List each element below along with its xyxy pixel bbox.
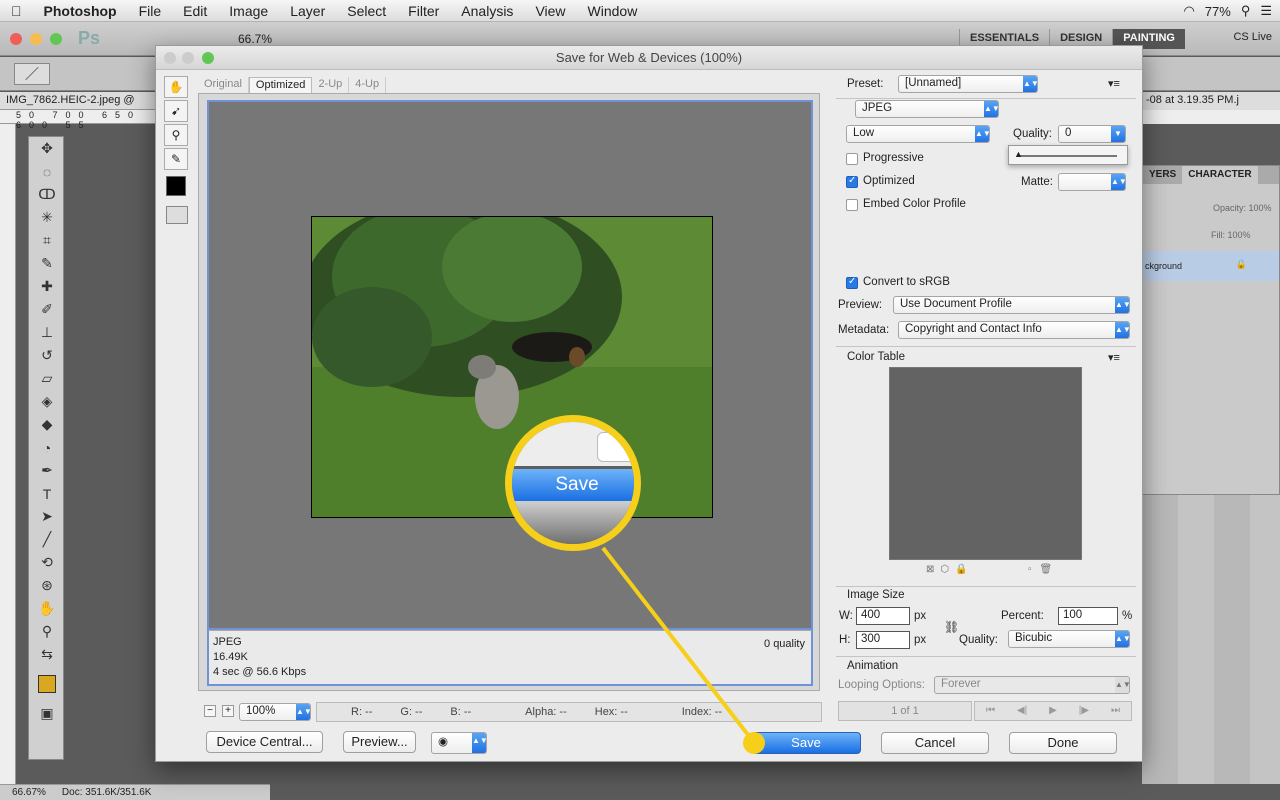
- callout-dot: [743, 732, 765, 754]
- magnified-save-label: Save: [512, 469, 634, 501]
- callout-line: [601, 546, 754, 742]
- save-button-magnifier: Save: [505, 415, 641, 551]
